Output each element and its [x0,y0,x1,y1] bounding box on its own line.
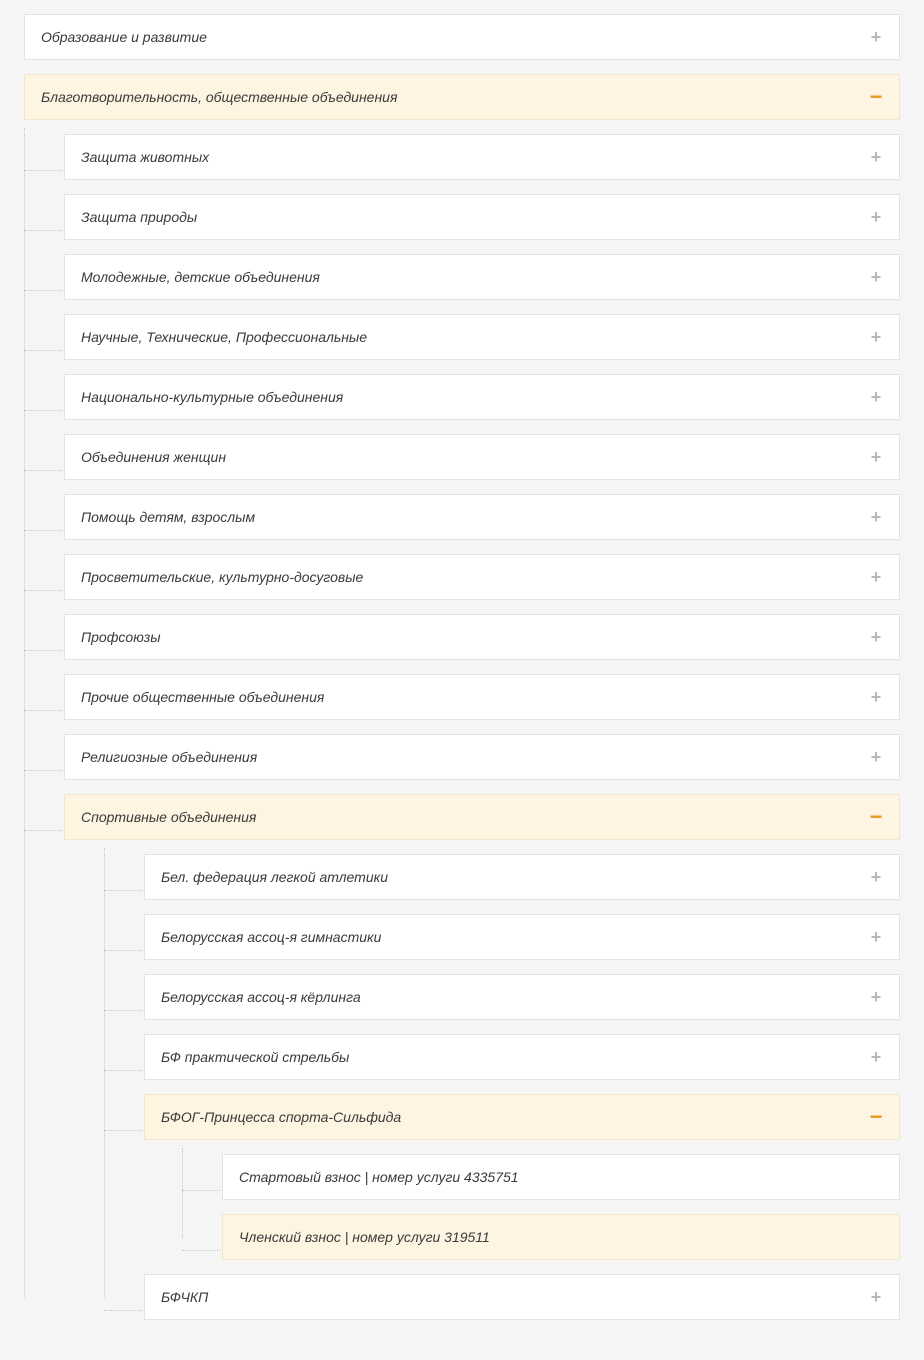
tree-item-expanded[interactable]: Благотворительность, общественные объеди… [24,74,900,120]
expand-icon[interactable]: + [869,330,883,344]
tree-item-label: Профсоюзы [81,629,869,645]
tree-item-label: БФОГ-Принцесса спорта-Сильфида [161,1109,869,1125]
tree-item-label: Защита животных [81,149,869,165]
expand-icon[interactable]: + [869,870,883,884]
tree-item-collapsed[interactable]: Профсоюзы+ [64,614,900,660]
tree-item-expanded[interactable]: БФОГ-Принцесса спорта-Сильфида− [144,1094,900,1140]
tree-node: Спортивные объединения−Бел. федерация ле… [64,794,900,1320]
tree-item-label: Национально-культурные объединения [81,389,869,405]
tree-item-label: Молодежные, детские объединения [81,269,869,285]
tree-node: Прочие общественные объединения+ [64,674,900,720]
tree-leaf[interactable]: Членский взнос | номер услуги 319511 [222,1214,900,1260]
tree-item-label: Прочие общественные объединения [81,689,869,705]
tree-children: Защита животных+Защита природы+Молодежны… [64,134,900,1320]
expand-icon[interactable]: + [869,450,883,464]
tree-item-collapsed[interactable]: Научные, Технические, Профессиональные+ [64,314,900,360]
tree-item-label: Образование и развитие [41,29,869,45]
tree-node: БФЧКП+ [144,1274,900,1320]
expand-icon[interactable]: + [869,390,883,404]
tree-item-collapsed[interactable]: Религиозные объединения+ [64,734,900,780]
tree-item-label: Просветительские, культурно-досуговые [81,569,869,585]
expand-icon[interactable]: + [869,690,883,704]
tree-node: Профсоюзы+ [64,614,900,660]
tree-node: Национально-культурные объединения+ [64,374,900,420]
tree-item-collapsed[interactable]: БФ практической стрельбы+ [144,1034,900,1080]
tree-children: Бел. федерация легкой атлетики+Белорусск… [144,854,900,1320]
expand-icon[interactable]: + [869,30,883,44]
tree-item-label: Помощь детям, взрослым [81,509,869,525]
tree-item-collapsed[interactable]: Просветительские, культурно-досуговые+ [64,554,900,600]
tree-item-collapsed[interactable]: Образование и развитие+ [24,14,900,60]
tree-item-collapsed[interactable]: Белорусская ассоц-я кёрлинга+ [144,974,900,1020]
tree-node: Объединения женщин+ [64,434,900,480]
collapse-icon[interactable]: − [869,1111,883,1123]
tree-item-collapsed[interactable]: Объединения женщин+ [64,434,900,480]
tree-item-label: БФ практической стрельбы [161,1049,869,1065]
tree-node: Членский взнос | номер услуги 319511 [222,1214,900,1260]
tree-item-label: Членский взнос | номер услуги 319511 [239,1229,883,1245]
tree-node: Белорусская ассоц-я гимнастики+ [144,914,900,960]
tree-node: Белорусская ассоц-я кёрлинга+ [144,974,900,1020]
tree-item-collapsed[interactable]: Национально-культурные объединения+ [64,374,900,420]
tree-node: Образование и развитие+ [24,14,900,60]
tree-item-expanded[interactable]: Спортивные объединения− [64,794,900,840]
tree-item-label: Объединения женщин [81,449,869,465]
expand-icon[interactable]: + [869,1290,883,1304]
tree-item-label: Научные, Технические, Профессиональные [81,329,869,345]
expand-icon[interactable]: + [869,270,883,284]
tree-item-label: Белорусская ассоц-я кёрлинга [161,989,869,1005]
expand-icon[interactable]: + [869,570,883,584]
tree-item-collapsed[interactable]: Бел. федерация легкой атлетики+ [144,854,900,900]
expand-icon[interactable]: + [869,1050,883,1064]
expand-icon[interactable]: + [869,930,883,944]
tree-node: Молодежные, детские объединения+ [64,254,900,300]
tree-item-collapsed[interactable]: Защита природы+ [64,194,900,240]
tree-node: Помощь детям, взрослым+ [64,494,900,540]
expand-icon[interactable]: + [869,990,883,1004]
tree-node: Просветительские, культурно-досуговые+ [64,554,900,600]
tree-node: БФОГ-Принцесса спорта-Сильфида− Стартовый… [144,1094,900,1260]
tree-item-label: Защита природы [81,209,869,225]
tree-item-label: Спортивные объединения [81,809,869,825]
collapse-icon[interactable]: − [869,811,883,823]
tree-item-collapsed[interactable]: Молодежные, детские объединения+ [64,254,900,300]
tree-node: Научные, Технические, Профессиональные+ [64,314,900,360]
tree-item-label: Белорусская ассоц-я гимнастики [161,929,869,945]
tree-item-label: Бел. федерация легкой атлетики [161,869,869,885]
tree-node: БФ практической стрельбы+ [144,1034,900,1080]
tree-node: Религиозные объединения+ [64,734,900,780]
tree-node: Бел. федерация легкой атлетики+ [144,854,900,900]
tree-children: Стартовый взнос | номер услуги 4335751 Чл… [222,1154,900,1260]
tree-item-label: Благотворительность, общественные объеди… [41,89,869,105]
tree-item-collapsed[interactable]: БФЧКП+ [144,1274,900,1320]
tree-item-label: Стартовый взнос | номер услуги 4335751 [239,1169,883,1185]
expand-icon[interactable]: + [869,510,883,524]
tree-item-collapsed[interactable]: Помощь детям, взрослым+ [64,494,900,540]
expand-icon[interactable]: + [869,750,883,764]
collapse-icon[interactable]: − [869,91,883,103]
tree-item-collapsed[interactable]: Защита животных+ [64,134,900,180]
tree-node: Защита природы+ [64,194,900,240]
tree-leaf[interactable]: Стартовый взнос | номер услуги 4335751 [222,1154,900,1200]
tree-item-collapsed[interactable]: Белорусская ассоц-я гимнастики+ [144,914,900,960]
tree-item-collapsed[interactable]: Прочие общественные объединения+ [64,674,900,720]
tree-item-label: БФЧКП [161,1289,869,1305]
expand-icon[interactable]: + [869,630,883,644]
expand-icon[interactable]: + [869,210,883,224]
tree-node: Благотворительность, общественные объеди… [24,74,900,1320]
tree-node: Стартовый взнос | номер услуги 4335751 [222,1154,900,1200]
expand-icon[interactable]: + [869,150,883,164]
tree-item-label: Религиозные объединения [81,749,869,765]
tree-node: Защита животных+ [64,134,900,180]
